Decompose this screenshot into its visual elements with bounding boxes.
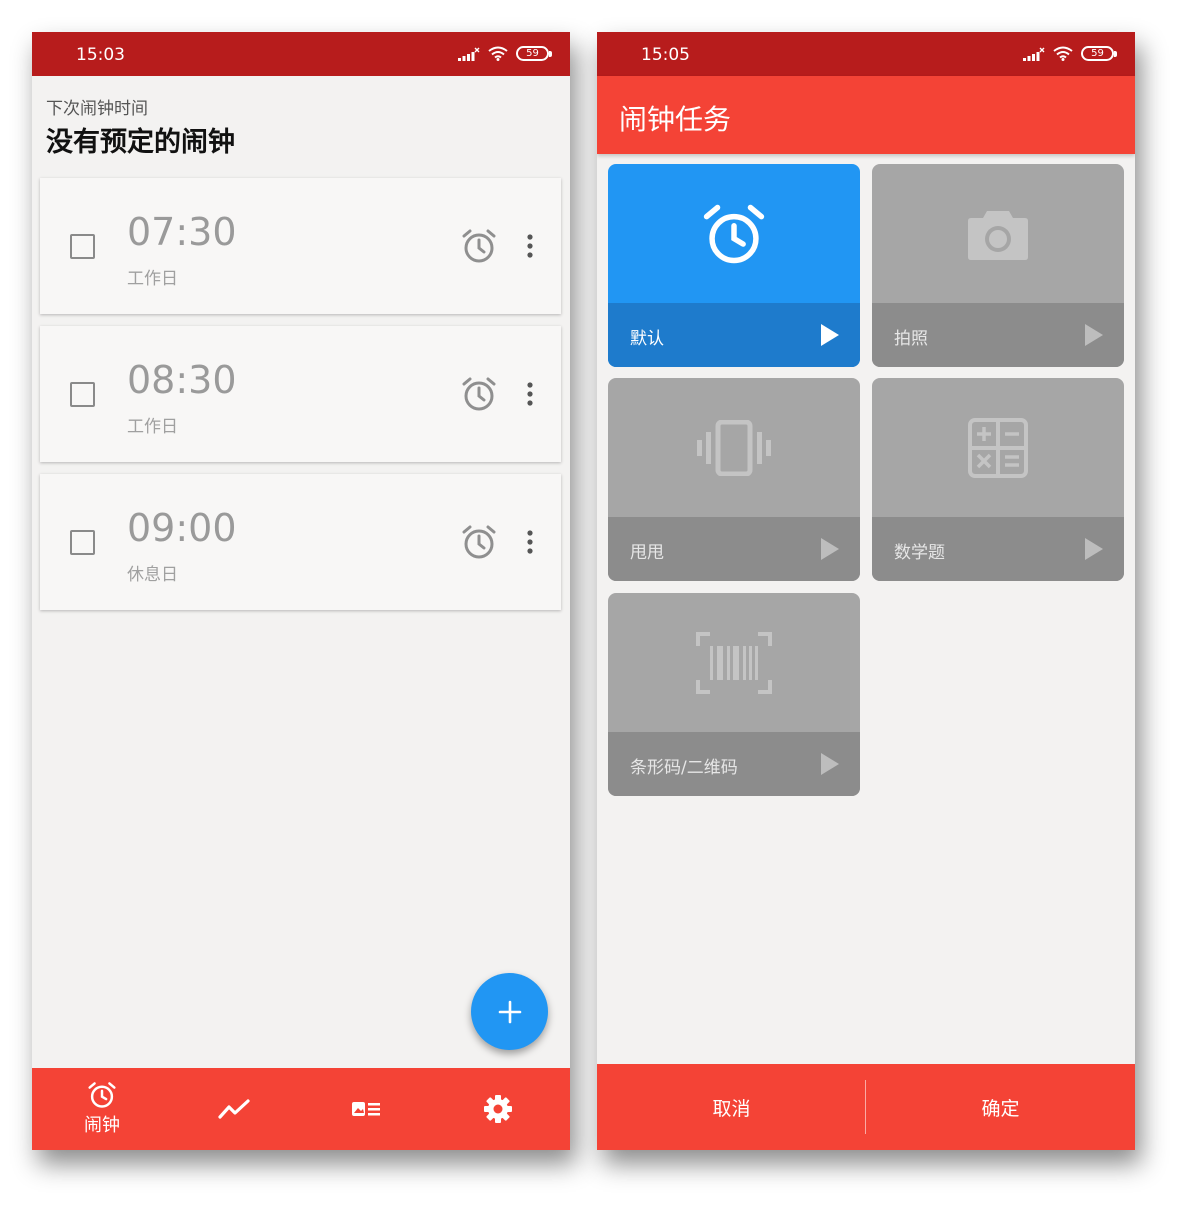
nav-item-statistics[interactable] (167, 1068, 301, 1150)
task-tile-label: 数学题 (894, 543, 945, 563)
status-time: 15:05 (641, 45, 690, 65)
bottom-navigation: 闹钟 (32, 1068, 570, 1150)
alarm-repeat-days: 休息日 (127, 565, 178, 585)
alarm-enable-checkbox[interactable] (70, 530, 95, 555)
alarm-time: 07:30 (127, 210, 237, 254)
image-list-icon (352, 1102, 380, 1116)
nav-item-settings[interactable] (431, 1068, 565, 1150)
play-icon[interactable] (820, 537, 840, 561)
nav-item-gallery[interactable] (299, 1068, 433, 1150)
trend-chart-icon (218, 1099, 250, 1119)
alarm-time: 09:00 (127, 506, 237, 550)
barcode-scan-icon (696, 631, 772, 694)
alarm-repeat-days: 工作日 (127, 269, 178, 289)
dialog-action-bar: 取消 确定 (597, 1064, 1135, 1150)
task-tile-barcode[interactable]: 条形码/二维码 (608, 593, 860, 796)
cancel-button[interactable]: 取消 (597, 1064, 866, 1150)
alarm-clock-icon (703, 204, 765, 263)
task-tile-label: 默认 (630, 329, 664, 349)
play-icon[interactable] (1084, 537, 1104, 561)
next-alarm-label: 下次闹钟时间 (46, 99, 148, 119)
nav-item-alarm[interactable]: 闹钟 (35, 1068, 169, 1150)
status-bar: 15:03 59 (32, 32, 570, 76)
alarm-card[interactable]: 07:30 工作日 (40, 178, 561, 314)
alarm-clock-icon[interactable] (461, 524, 497, 560)
camera-icon (968, 210, 1028, 260)
task-tile-math[interactable]: 数学题 (872, 378, 1124, 581)
gear-icon (484, 1095, 512, 1123)
alarm-enable-checkbox[interactable] (70, 382, 95, 407)
vibrate-phone-icon (697, 419, 771, 476)
battery-icon: 59 (1081, 46, 1117, 61)
alarm-clock-icon (88, 1082, 116, 1108)
app-bar: 闹钟任务 (597, 76, 1135, 154)
page-title: 闹钟任务 (619, 103, 732, 136)
more-vert-icon[interactable] (520, 528, 540, 556)
wifi-icon (488, 46, 508, 61)
task-tile-default[interactable]: 默认 (608, 164, 860, 367)
play-icon[interactable] (820, 752, 840, 776)
alarm-time: 08:30 (127, 358, 237, 402)
task-tile-label: 拍照 (894, 329, 928, 349)
alarm-list-screen: 15:03 59 下次闹钟时间 没有预定的闹钟 07:30 工作日 08:30 … (32, 32, 570, 1150)
play-icon[interactable] (1084, 323, 1104, 347)
wifi-icon (1053, 46, 1073, 61)
alarm-enable-checkbox[interactable] (70, 234, 95, 259)
more-vert-icon[interactable] (520, 380, 540, 408)
more-vert-icon[interactable] (520, 232, 540, 260)
task-tile-label: 条形码/二维码 (630, 758, 738, 778)
task-tile-label: 甩甩 (630, 543, 664, 563)
alarm-task-screen: 15:05 59 闹钟任务 默认 拍照 甩甩 数学题 条形码/二维码 取消 确定 (597, 32, 1135, 1150)
alarm-repeat-days: 工作日 (127, 417, 178, 437)
status-time: 15:03 (76, 45, 125, 65)
plus-icon (498, 1000, 521, 1023)
task-tile-shake[interactable]: 甩甩 (608, 378, 860, 581)
alarm-card[interactable]: 09:00 休息日 (40, 474, 561, 610)
calculator-icon (968, 417, 1028, 478)
nav-item-label: 闹钟 (84, 1115, 120, 1136)
next-alarm-value: 没有预定的闹钟 (46, 127, 235, 158)
status-bar: 15:05 59 (597, 32, 1135, 76)
signal-icon (1023, 47, 1045, 61)
task-tile-photo[interactable]: 拍照 (872, 164, 1124, 367)
battery-level: 59 (1081, 46, 1114, 61)
battery-icon: 59 (516, 46, 552, 61)
alarm-clock-icon[interactable] (461, 228, 497, 264)
add-alarm-button[interactable] (471, 973, 548, 1050)
play-icon[interactable] (820, 323, 840, 347)
confirm-button[interactable]: 确定 (866, 1064, 1135, 1150)
battery-level: 59 (516, 46, 549, 61)
alarm-card[interactable]: 08:30 工作日 (40, 326, 561, 462)
alarm-clock-icon[interactable] (461, 376, 497, 412)
signal-icon (458, 47, 480, 61)
